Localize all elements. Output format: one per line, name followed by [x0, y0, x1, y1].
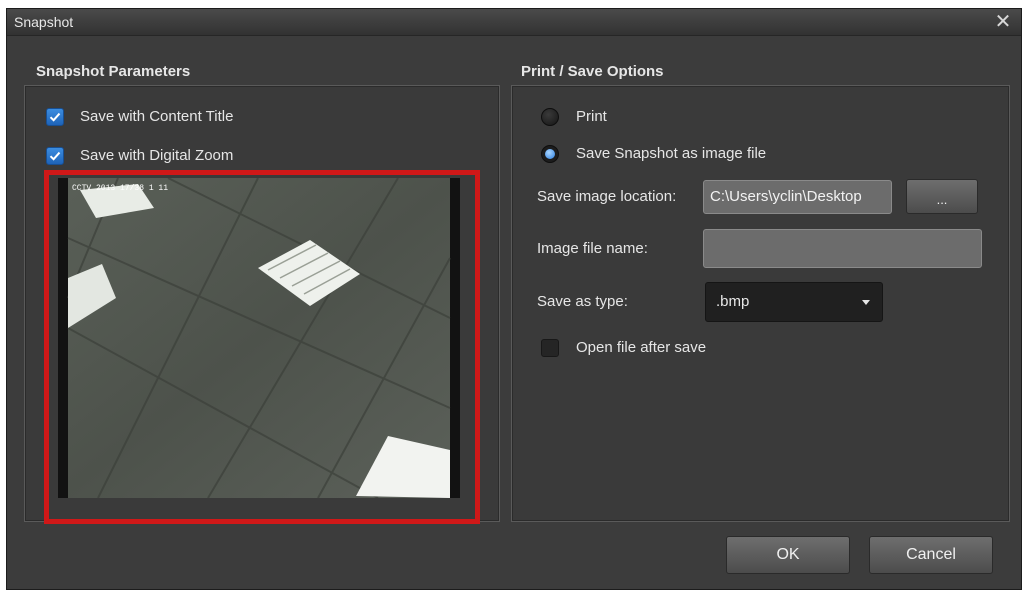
- save-image-radio[interactable]: [541, 145, 559, 163]
- image-file-name-field[interactable]: [703, 229, 982, 268]
- save-image-radio-label: Save Snapshot as image file: [576, 145, 767, 162]
- snapshot-preview-image: CCTV 2013 17/38 1 11: [58, 178, 460, 498]
- save-location-field[interactable]: C:\Users\yclin\Desktop: [703, 180, 892, 214]
- save-digital-zoom-label: Save with Digital Zoom: [80, 147, 234, 164]
- browse-button[interactable]: ...: [906, 179, 978, 214]
- window-title: Snapshot: [14, 14, 74, 30]
- print-save-options-title: Print / Save Options: [521, 63, 664, 80]
- snapshot-parameters-title: Snapshot Parameters: [36, 63, 191, 80]
- save-as-type-label: Save as type:: [537, 293, 628, 310]
- print-radio[interactable]: [541, 108, 559, 126]
- chevron-down-icon: [862, 300, 870, 305]
- preview-overlay-text: CCTV 2013 17/38 1 11: [72, 184, 168, 193]
- close-icon[interactable]: ✕: [991, 9, 1015, 35]
- open-after-save-label: Open file after save: [576, 339, 707, 356]
- save-content-title-checkbox[interactable]: [46, 108, 64, 126]
- open-after-save-checkbox[interactable]: [541, 339, 559, 357]
- print-radio-label: Print: [576, 108, 607, 125]
- cancel-button[interactable]: Cancel: [869, 536, 993, 574]
- ok-button[interactable]: OK: [726, 536, 850, 574]
- save-as-type-value: .bmp: [716, 293, 750, 310]
- save-as-type-select[interactable]: .bmp: [705, 282, 883, 322]
- image-file-name-label: Image file name:: [537, 240, 648, 257]
- save-content-title-label: Save with Content Title: [80, 108, 234, 125]
- save-location-label: Save image location:: [537, 188, 677, 205]
- title-bar: Snapshot ✕: [7, 9, 1021, 36]
- save-digital-zoom-checkbox[interactable]: [46, 147, 64, 165]
